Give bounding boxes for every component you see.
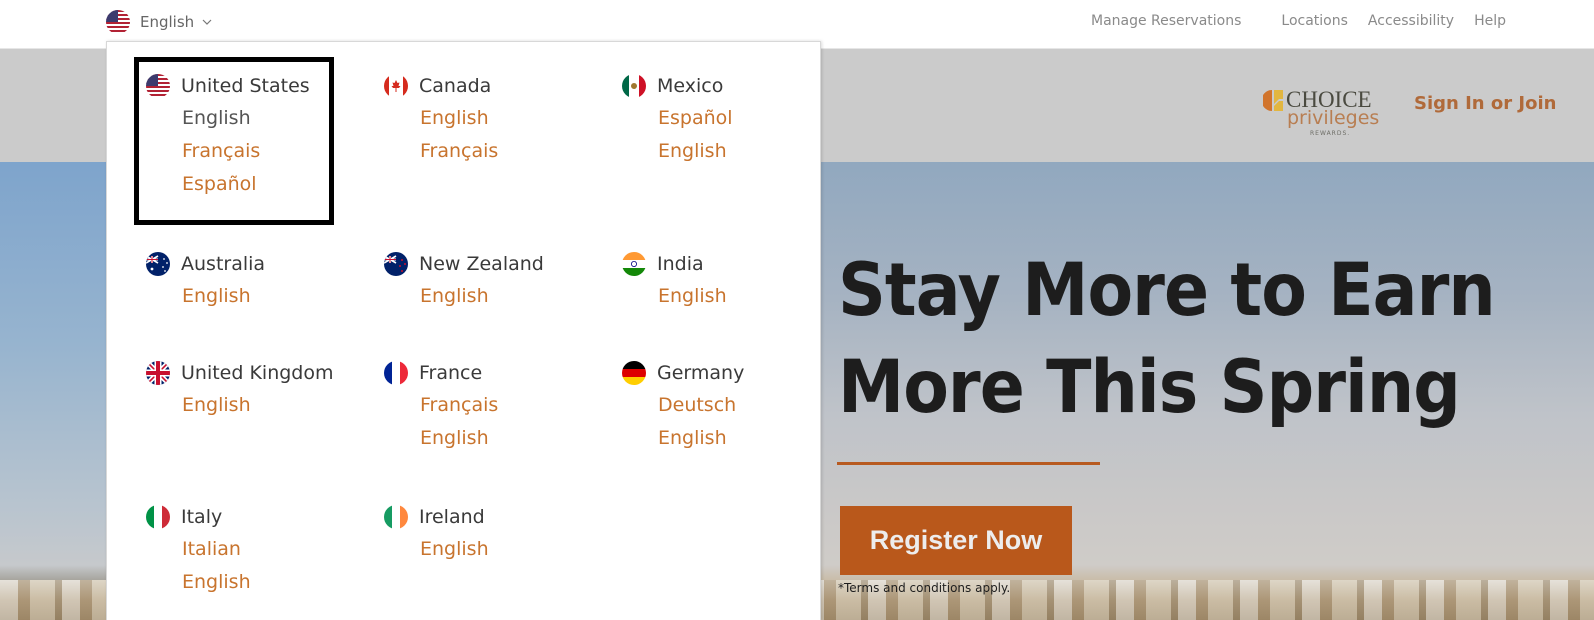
country-australia: Australia English [145,250,365,313]
country-name: India [657,253,704,275]
choice-logo-mark-icon [1263,90,1283,111]
language-option-english[interactable]: English [182,566,365,599]
language-option-english[interactable]: English [420,422,603,455]
language-option-english[interactable]: English [420,533,603,566]
country-name: Germany [657,362,745,384]
language-option-english[interactable]: English [420,280,603,313]
terms-disclaimer: *Terms and conditions apply. [838,581,1011,595]
hero-headline: Stay More to Earn More This Spring [838,242,1511,436]
us-flag-icon [146,74,170,98]
language-option-deutsch[interactable]: Deutsch [658,389,841,422]
chevron-down-icon [202,19,212,25]
hero-background-image [0,162,120,620]
new-zealand-flag-icon [384,252,408,276]
language-option-english[interactable]: English [420,102,603,135]
current-language-label: English [140,13,195,31]
country-ireland: Ireland English [383,503,603,566]
india-flag-icon [622,252,646,276]
country-name: Mexico [657,75,724,97]
register-now-button[interactable]: Register Now [840,506,1072,575]
country-france: France Français English [383,359,603,455]
country-name: Canada [419,75,492,97]
utility-nav: Manage Reservations Locations Accessibil… [1091,13,1506,29]
country-name: Italy [181,506,223,528]
logo-privileges-text: privileges [1287,107,1380,129]
locations-link[interactable]: Locations [1281,13,1348,29]
country-new-zealand: New Zealand English [383,250,603,313]
language-option-italian[interactable]: Italian [182,533,365,566]
canada-flag-icon [384,74,408,98]
country-name: France [419,362,483,384]
language-option-espanol[interactable]: Español [182,168,365,201]
logo-rewards-text: REWARDS. [1310,130,1351,137]
choice-privileges-logo[interactable]: CHOICE privileges REWARDS. [1263,88,1379,138]
uk-flag-icon [146,361,170,385]
mexico-flag-icon [622,74,646,98]
language-option-francais[interactable]: Français [420,389,603,422]
headline-line-1: Stay More to Earn [838,248,1496,333]
language-option-english[interactable]: English [658,422,841,455]
language-option-english[interactable]: English [658,135,841,168]
language-option-english[interactable]: English [182,280,365,313]
language-option-francais[interactable]: Français [182,135,365,168]
country-united-states: United States English Français Español [145,72,365,201]
country-mexico: Mexico Español English [621,72,841,168]
headline-line-2: More This Spring [838,345,1461,430]
country-canada: Canada English Français [383,72,603,168]
language-option-english[interactable]: English [182,102,365,135]
language-option-english[interactable]: English [658,280,841,313]
ireland-flag-icon [384,505,408,529]
country-united-kingdom: United Kingdom English [145,359,365,422]
country-india: India English [621,250,841,313]
country-name: Australia [181,253,266,275]
language-option-english[interactable]: English [182,389,365,422]
country-germany: Germany Deutsch English [621,359,841,455]
language-option-francais[interactable]: Français [420,135,603,168]
country-italy: Italy Italian English [145,503,365,599]
us-flag-icon [106,10,130,34]
country-name: United States [181,75,310,97]
sign-in-or-join-link[interactable]: Sign In or Join [1414,93,1556,114]
country-name: United Kingdom [181,362,334,384]
language-selector-toggle[interactable]: English [105,9,212,35]
country-name: New Zealand [419,253,544,275]
accessibility-link[interactable]: Accessibility [1368,13,1454,29]
help-link[interactable]: Help [1474,13,1506,29]
france-flag-icon [384,361,408,385]
australia-flag-icon [146,252,170,276]
italy-flag-icon [146,505,170,529]
germany-flag-icon [622,361,646,385]
country-name: Ireland [419,506,485,528]
language-option-espanol[interactable]: Español [658,102,841,135]
manage-reservations-link[interactable]: Manage Reservations [1091,13,1241,29]
headline-divider [837,462,1100,465]
